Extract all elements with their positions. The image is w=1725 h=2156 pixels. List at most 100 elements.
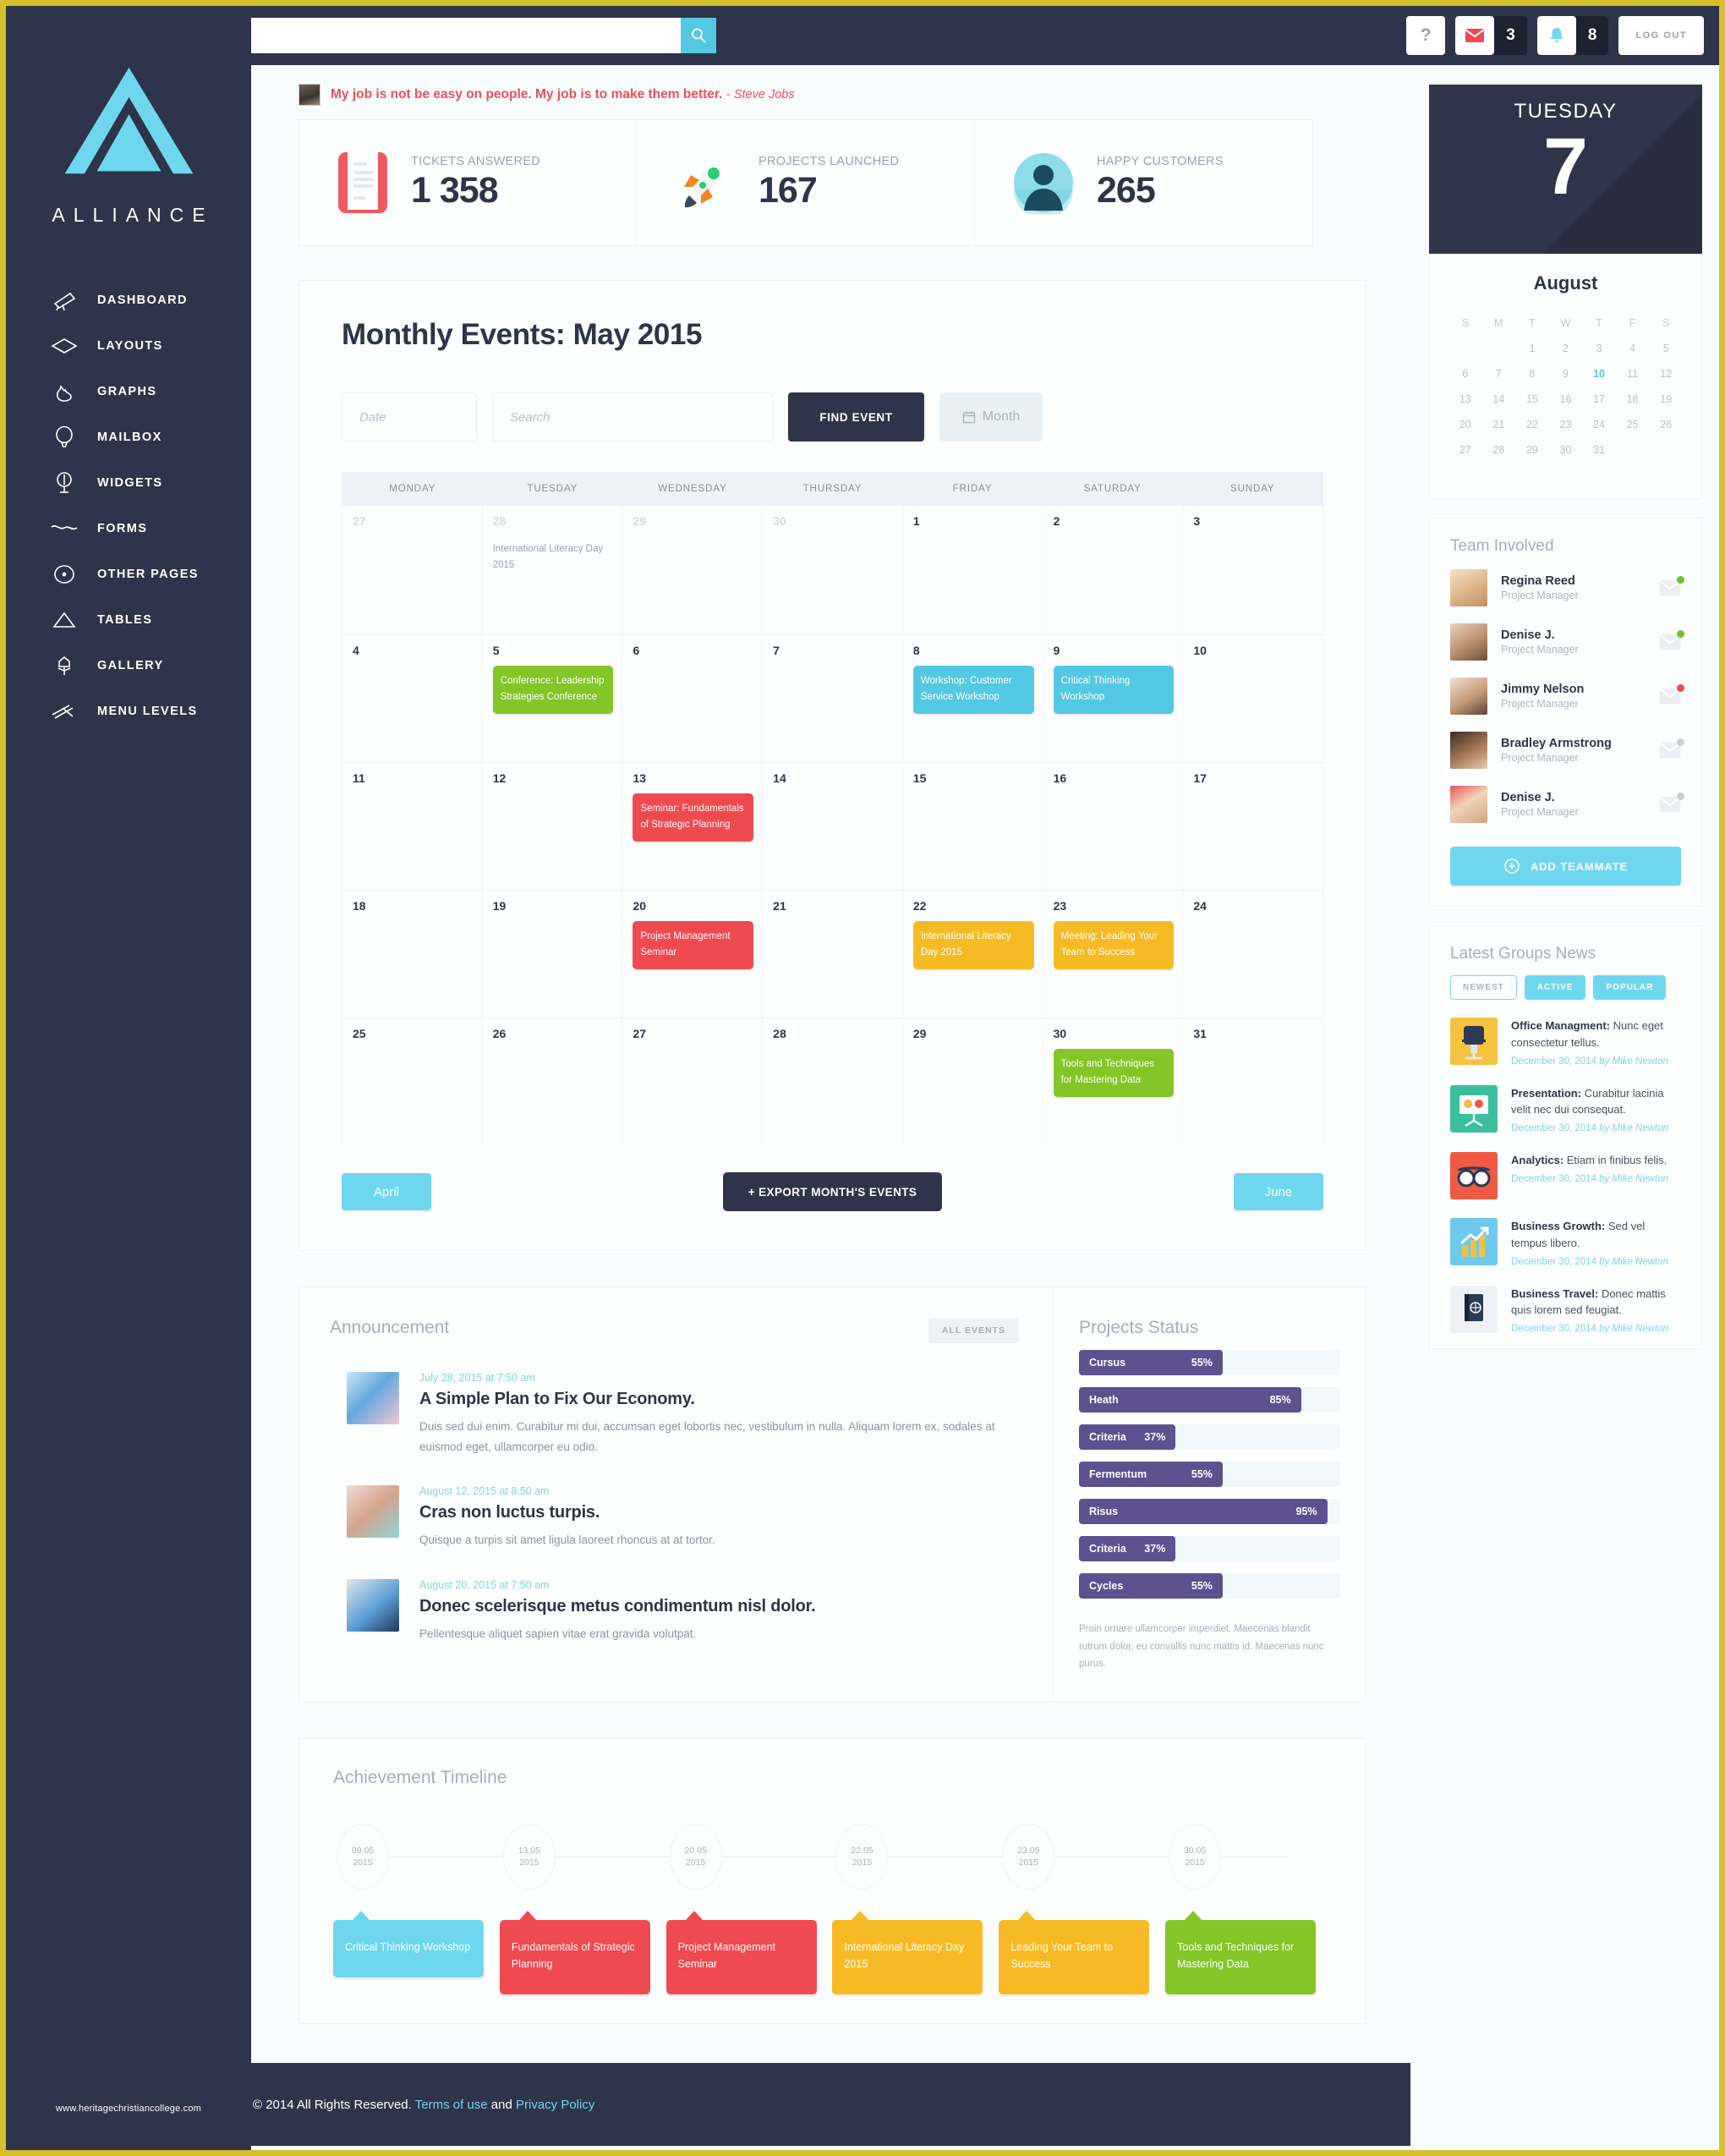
calendar-day-cell[interactable]: 11 <box>342 763 483 890</box>
mini-calendar-day[interactable]: 24 <box>1582 412 1616 437</box>
sidebar-item-other-pages[interactable]: OTHER PAGES <box>6 551 251 597</box>
calendar-day-cell[interactable]: 8 Workshop: Customer Service Workshop <box>902 635 1043 762</box>
sidebar-item-gallery[interactable]: GALLERY <box>6 643 251 688</box>
mini-calendar-day[interactable]: 8 <box>1515 361 1549 387</box>
mini-calendar-day[interactable]: 14 <box>1482 387 1516 412</box>
month-view-button[interactable]: Month <box>939 392 1043 442</box>
calendar-day-cell[interactable]: 26 <box>482 1018 623 1145</box>
brand-logo[interactable]: ALLIANCE <box>6 6 251 227</box>
timeline-card[interactable]: Critical Thinking Workshop <box>333 1911 484 1978</box>
mini-calendar-day[interactable]: 20 <box>1448 412 1482 437</box>
calendar-day-cell[interactable]: 6 <box>622 635 764 762</box>
messages-button[interactable]: 3 <box>1455 16 1527 55</box>
timeline-item[interactable]: 22.05 2015 International Literacy Day 2015 <box>832 1824 999 1995</box>
sidebar-item-dashboard[interactable]: DASHBOARD <box>6 277 251 323</box>
timeline-card[interactable]: International Literacy Day 2015 <box>832 1911 983 1995</box>
calendar-day-cell[interactable]: 13 Seminar: Fundamentals of Strategic Pla… <box>622 763 764 890</box>
privacy-link[interactable]: Privacy Policy <box>516 2098 594 2112</box>
mini-calendar-day[interactable]: 28 <box>1482 437 1516 463</box>
calendar-day-cell[interactable]: 31 <box>1183 1018 1323 1145</box>
calendar-event[interactable]: Tools and Techniques for Mastering Data <box>1053 1049 1175 1098</box>
prev-month-button[interactable]: April <box>342 1173 431 1210</box>
calendar-day-cell[interactable]: 20 Project Management Seminar <box>622 891 764 1018</box>
search-input[interactable] <box>251 18 681 53</box>
message-member-button[interactable] <box>1659 738 1684 759</box>
calendar-day-cell[interactable]: 16 <box>1043 763 1184 890</box>
mini-calendar-day[interactable]: 23 <box>1549 412 1583 437</box>
mini-calendar-day[interactable]: 19 <box>1649 387 1683 412</box>
search-button[interactable] <box>681 18 716 53</box>
calendar-day-cell[interactable]: 22 International Literacy Day 2015 <box>902 891 1043 1018</box>
news-tab[interactable]: ACTIVE <box>1524 975 1586 1000</box>
mini-calendar-day[interactable]: 22 <box>1515 412 1549 437</box>
timeline-item[interactable]: 13.05 2015 Fundamentals of Strategic Plann… <box>499 1824 666 1995</box>
mini-calendar-day[interactable]: 21 <box>1482 412 1516 437</box>
mini-calendar-day[interactable]: 3 <box>1582 336 1616 361</box>
mini-calendar-day[interactable]: 29 <box>1515 437 1549 463</box>
sidebar-item-widgets[interactable]: WIDGETS <box>6 460 251 506</box>
mini-calendar-day[interactable]: 13 <box>1448 387 1482 412</box>
next-month-button[interactable]: June <box>1233 1173 1323 1210</box>
announcement-item[interactable]: July 28, 2015 at 7:50 am A Simple Plan to… <box>330 1372 1019 1457</box>
calendar-day-cell[interactable]: 19 <box>482 891 623 1018</box>
mini-calendar-day[interactable]: 6 <box>1448 361 1482 387</box>
mini-calendar-day[interactable]: 11 <box>1616 361 1650 387</box>
message-member-button[interactable] <box>1659 576 1684 596</box>
sidebar-item-forms[interactable]: FORMS <box>6 506 251 551</box>
mini-calendar-day[interactable]: 5 <box>1649 336 1683 361</box>
team-member-row[interactable]: Denise J. Project Manager <box>1450 615 1684 669</box>
news-tab[interactable]: POPULAR <box>1593 975 1667 1000</box>
calendar-day-cell[interactable]: 25 <box>342 1018 483 1145</box>
calendar-day-cell[interactable]: 28 International Literacy Day 2015 <box>482 506 623 634</box>
calendar-day-cell[interactable]: 21 <box>763 891 903 1018</box>
notifications-button[interactable]: 8 <box>1536 16 1609 55</box>
team-member-row[interactable]: Bradley Armstrong Project Manager <box>1450 723 1684 777</box>
timeline-card[interactable]: Project Management Seminar <box>665 1911 817 1995</box>
calendar-day-cell[interactable]: 29 <box>622 506 764 634</box>
team-member-row[interactable]: Denise J. Project Manager <box>1450 777 1684 831</box>
logout-button[interactable]: LOG OUT <box>1618 16 1704 55</box>
find-event-button[interactable]: FIND EVENT <box>788 392 924 442</box>
calendar-event[interactable]: Meeting: Leading Your Team to Success <box>1053 921 1175 970</box>
message-member-button[interactable] <box>1659 793 1684 813</box>
news-tab[interactable]: NEWEST <box>1450 975 1517 1000</box>
mini-calendar-day[interactable]: 16 <box>1549 387 1583 412</box>
mini-calendar-day[interactable]: 30 <box>1549 437 1583 463</box>
timeline-card[interactable]: Fundamentals of Strategic Planning <box>499 1911 650 1995</box>
mini-calendar-day[interactable]: 1 <box>1515 336 1549 361</box>
calendar-event[interactable]: International Literacy Day 2015 <box>493 541 614 573</box>
calendar-day-cell[interactable]: 14 <box>763 763 903 890</box>
message-member-button[interactable] <box>1659 630 1684 650</box>
timeline-item[interactable]: 30.05 2015 Tools and Techniques for Master… <box>1165 1824 1332 1995</box>
calendar-day-cell[interactable]: 15 <box>902 763 1043 890</box>
timeline-card[interactable]: Tools and Techniques for Mastering Data <box>1165 1911 1317 1995</box>
calendar-event[interactable]: Critical Thinking Workshop <box>1053 666 1175 715</box>
calendar-event[interactable]: Conference: Leadership Strategies Confer… <box>492 666 614 715</box>
team-member-row[interactable]: Regina Reed Project Manager <box>1450 561 1684 615</box>
mini-calendar-day[interactable]: 4 <box>1616 336 1650 361</box>
sidebar-item-graphs[interactable]: GRAPHS <box>6 369 251 414</box>
sidebar-item-menu-levels[interactable]: MENU LEVELS <box>6 688 251 734</box>
sidebar-item-layouts[interactable]: LAYOUTS <box>6 323 251 369</box>
mini-calendar-day[interactable]: 18 <box>1616 387 1650 412</box>
news-item[interactable]: Presentation: Curabitur lacinia velit ne… <box>1450 1076 1681 1144</box>
calendar-day-cell[interactable]: 5 Conference: Leadership Strategies Confe… <box>482 635 623 762</box>
mini-calendar-day[interactable]: 15 <box>1515 387 1549 412</box>
calendar-day-cell[interactable]: 7 <box>763 635 903 762</box>
calendar-event[interactable]: Project Management Seminar <box>632 921 754 970</box>
event-search-input[interactable] <box>492 392 773 442</box>
timeline-item[interactable]: 23.05 2015 Leading Your Team to Success <box>999 1824 1165 1995</box>
terms-link[interactable]: Terms of use <box>415 2098 488 2112</box>
timeline-item[interactable]: 20.05 2015 Project Management Seminar <box>665 1824 833 1995</box>
all-events-button[interactable]: ALL EVENTS <box>928 1318 1019 1343</box>
announcement-item[interactable]: August 20, 2015 at 7:50 am Donec sceleris… <box>330 1578 1019 1644</box>
help-button[interactable]: ? <box>1406 16 1446 55</box>
mini-calendar-day[interactable]: 9 <box>1549 361 1583 387</box>
calendar-day-cell[interactable]: 17 <box>1183 763 1323 890</box>
announcement-item[interactable]: August 12, 2015 at 8:50 am Cras non luctu… <box>330 1485 1019 1550</box>
calendar-day-cell[interactable]: 23 Meeting: Leading Your Team to Success <box>1043 891 1184 1018</box>
mini-calendar-day[interactable]: 10 <box>1582 361 1616 387</box>
mini-calendar-day[interactable]: 27 <box>1448 437 1482 463</box>
calendar-event[interactable]: Workshop: Customer Service Workshop <box>912 666 1034 715</box>
mini-calendar-day[interactable]: 25 <box>1616 412 1650 437</box>
